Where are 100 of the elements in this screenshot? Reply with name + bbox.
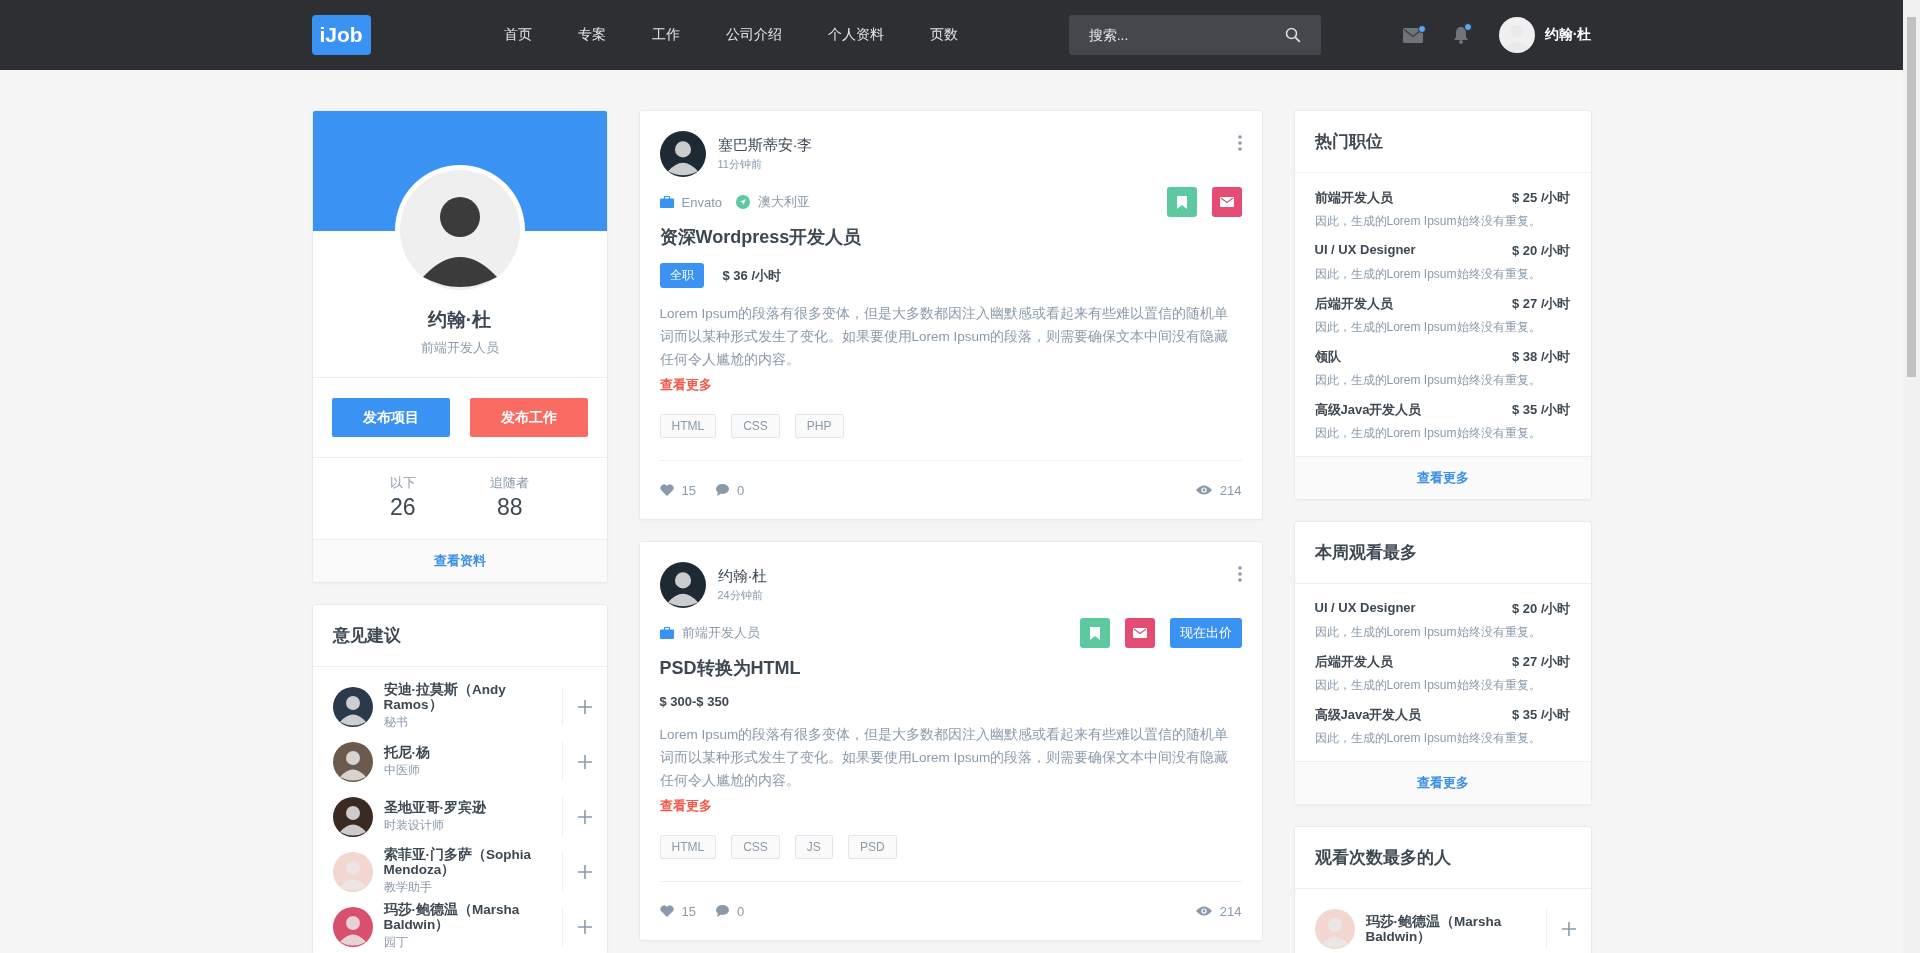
eye-icon: [1195, 906, 1212, 916]
avatar: [659, 562, 706, 608]
author-name[interactable]: 塞巴斯蒂安·李: [717, 136, 1226, 155]
job-description: Lorem Ipsum的段落有很多变体，但是大多数都因注入幽默感或看起来有些难以置信的随机单词而以某种形式发生了变化。如果要使用Lorem Ipsum的段落，则需要确保文本中间没有隐藏任何令人尴尬的内容。: [659, 305, 1230, 369]
scrollbar[interactable]: [1903, 0, 1920, 953]
nav-link[interactable]: 专案: [554, 26, 629, 44]
eye-icon: [1195, 485, 1212, 495]
job-price: $ 300-$ 350: [659, 694, 729, 709]
job-description: 因此，生成的Lorem Ipsum始终没有重复。: [1314, 213, 1542, 230]
person-name[interactable]: 圣地亚哥·罗宾逊: [383, 799, 551, 815]
nav-link[interactable]: 工作: [628, 26, 703, 44]
stat-value: 88: [496, 494, 523, 521]
job-description: Lorem Ipsum的段落有很多变体，但是大多数都因注入幽默感或看起来有些难以置信的随机单词而以某种形式发生了变化。如果要使用Lorem Ipsum的段落，则需要确保文本中间没有隐藏任何令人尴尬的内容。: [659, 726, 1230, 790]
bell-icon[interactable]: [1452, 26, 1469, 44]
person-role: 中医师: [383, 761, 421, 779]
person-role: 秘书: [383, 714, 409, 731]
avatar: [332, 906, 373, 947]
meta-text: 澳大利亚: [758, 193, 810, 211]
avatar: [332, 851, 373, 892]
job-price: $ 20 /小时: [1511, 600, 1571, 618]
job-title[interactable]: 领队: [1314, 348, 1341, 366]
message-button[interactable]: [1211, 187, 1242, 217]
job-type-badge: 全职: [659, 263, 704, 288]
view-count: 214: [1219, 903, 1242, 919]
avatar: [332, 741, 373, 782]
job-title[interactable]: 前端开发人员: [1314, 189, 1393, 207]
meta-text: Envato: [681, 194, 722, 210]
person-name[interactable]: 玛莎·鲍德温（Marsha Baldwin）: [1365, 913, 1535, 944]
job-price: $ 27 /小时: [1511, 653, 1571, 671]
like-count: 15: [681, 903, 696, 919]
search-field[interactable]: 搜索...: [1068, 15, 1321, 55]
meta-text: 前端开发人员: [681, 624, 760, 642]
plus-icon[interactable]: [1560, 920, 1577, 937]
user-name[interactable]: 约翰·杜: [1544, 26, 1592, 44]
plus-icon[interactable]: [576, 863, 593, 880]
plus-icon[interactable]: [576, 808, 593, 825]
post-time: 24分钟前: [717, 588, 764, 603]
job-title[interactable]: 后端开发人员: [1314, 295, 1393, 313]
job-description: 因此，生成的Lorem Ipsum始终没有重复。: [1314, 730, 1542, 747]
comment-icon[interactable]: [715, 484, 729, 496]
heart-icon[interactable]: [659, 484, 674, 496]
job-price: $ 27 /小时: [1511, 295, 1571, 313]
message-button[interactable]: [1124, 618, 1155, 648]
job-price: $ 25 /小时: [1511, 189, 1571, 207]
stat-label: 以下: [389, 474, 416, 492]
person-role: 时装设计师: [383, 816, 445, 834]
like-count: 15: [681, 482, 696, 498]
avatar: [332, 686, 373, 727]
nav-link[interactable]: 公司介绍: [702, 26, 805, 44]
heart-icon[interactable]: [659, 905, 674, 917]
job-title[interactable]: 高级Java开发人员: [1314, 706, 1422, 724]
stat-value: 26: [389, 494, 416, 521]
more-options-icon[interactable]: [1237, 135, 1242, 151]
envelope-icon: [1132, 628, 1147, 638]
job-price: $ 20 /小时: [1511, 242, 1571, 260]
nav-link[interactable]: 首页: [480, 26, 555, 44]
card-title: 观看次数最多的人: [1294, 827, 1591, 889]
job-title[interactable]: 资深Wordpress开发人员: [659, 225, 1242, 249]
person-role: 园丁: [383, 934, 409, 951]
profile-name: 约翰·杜: [427, 308, 492, 332]
avatar: [332, 796, 373, 837]
job-price: $ 38 /小时: [1511, 348, 1571, 366]
nav-link[interactable]: 页数: [906, 26, 981, 44]
card-title: 本周观看最多: [1294, 522, 1591, 584]
job-price: $ 35 /小时: [1511, 401, 1571, 419]
job-description: 因此，生成的Lorem Ipsum始终没有重复。: [1314, 266, 1542, 283]
card-title: 意见建议: [312, 605, 607, 667]
envelope-icon[interactable]: [1402, 27, 1423, 43]
job-title[interactable]: 高级Java开发人员: [1314, 401, 1422, 419]
plus-icon[interactable]: [576, 918, 593, 935]
comment-count: 0: [736, 482, 745, 498]
bookmark-button[interactable]: [1079, 618, 1110, 648]
person-role: 教学助手: [383, 879, 433, 896]
briefcase-icon: [659, 627, 674, 639]
search-icon[interactable]: [1284, 27, 1301, 43]
bookmark-icon: [1089, 626, 1100, 640]
nav-link[interactable]: 个人资料: [804, 26, 907, 44]
job-price: $ 35 /小时: [1511, 706, 1571, 724]
job-title[interactable]: UI / UX Designer: [1314, 600, 1416, 618]
scrollbar-thumb[interactable]: [1907, 17, 1916, 377]
person-name[interactable]: 安迪·拉莫斯（Andy Ramos）: [383, 682, 551, 712]
job-description: 因此，生成的Lorem Ipsum始终没有重复。: [1314, 425, 1542, 442]
bookmark-button[interactable]: [1166, 187, 1197, 217]
plus-icon[interactable]: [576, 698, 593, 715]
profile-role: 前端开发人员: [312, 339, 607, 378]
bookmark-icon: [1176, 195, 1187, 209]
job-title[interactable]: 后端开发人员: [1314, 653, 1393, 671]
person-name[interactable]: 索菲亚·门多萨（Sophia Mendoza）: [383, 847, 551, 877]
comment-icon[interactable]: [715, 905, 729, 917]
author-name[interactable]: 约翰·杜: [717, 567, 1226, 586]
person-name[interactable]: 玛莎·鲍德温（Marsha Baldwin）: [383, 902, 551, 932]
plus-icon[interactable]: [576, 753, 593, 770]
job-description: 因此，生成的Lorem Ipsum始终没有重复。: [1314, 624, 1542, 641]
job-title[interactable]: UI / UX Designer: [1314, 242, 1416, 260]
envelope-icon: [1219, 197, 1234, 207]
job-title[interactable]: PSD转换为HTML: [659, 656, 1242, 680]
person-name[interactable]: 托尼·杨: [383, 744, 551, 760]
post-time: 11分钟前: [717, 157, 763, 172]
card-title: 热门职位: [1294, 111, 1591, 173]
more-options-icon[interactable]: [1237, 566, 1242, 582]
